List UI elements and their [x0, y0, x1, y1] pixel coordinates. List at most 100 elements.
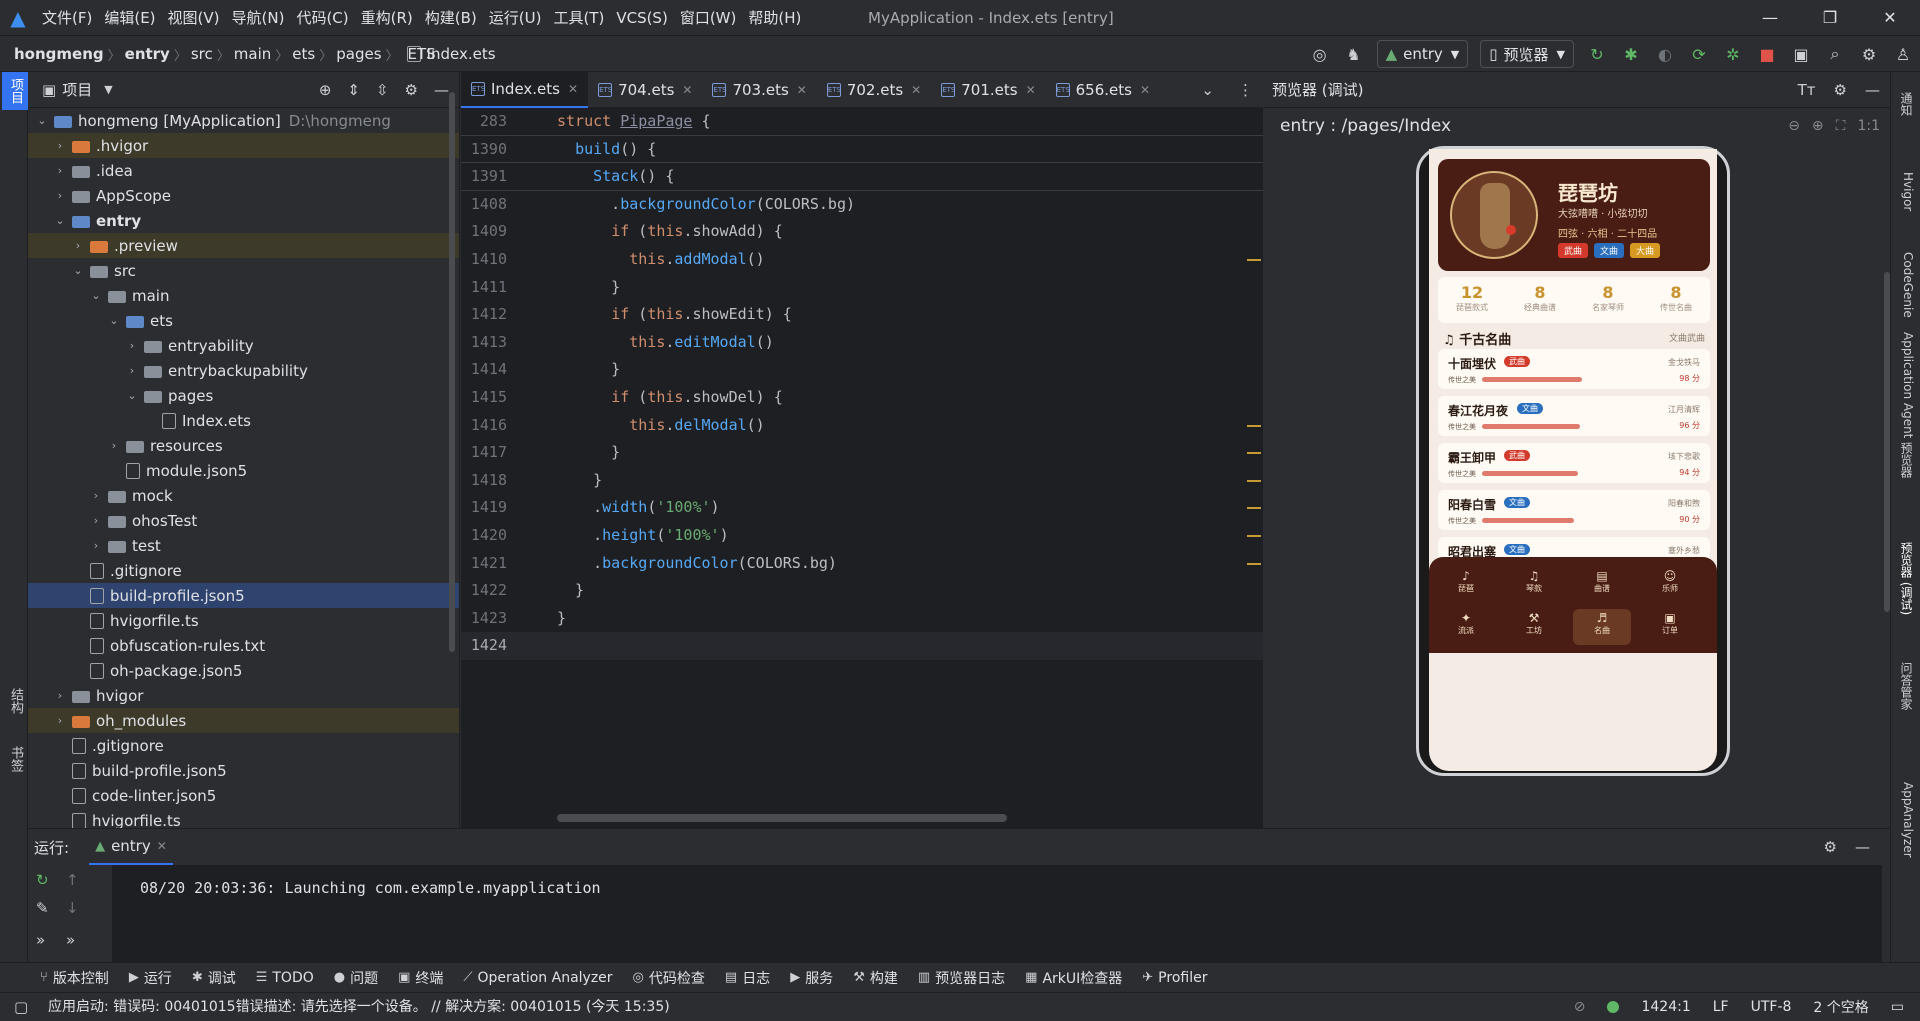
arrow-down-icon[interactable]: ↓ [66, 899, 79, 917]
maximize-button[interactable]: ❐ [1800, 0, 1860, 36]
tool-tab-bookmarks[interactable]: 书签 [6, 740, 25, 778]
section-more-link[interactable]: 文曲武曲 [1669, 331, 1705, 344]
no-device-icon[interactable]: ⊘ [1574, 999, 1586, 1015]
arrow-up-icon[interactable]: ↑ [66, 871, 79, 889]
editor-horizontal-scrollbar[interactable] [557, 814, 1007, 822]
code-line[interactable]: 1415 if (this.showDel) { [461, 384, 1263, 412]
tree-node[interactable]: module.json5 [28, 458, 459, 483]
code-line[interactable]: 1417 } [461, 439, 1263, 467]
bottom-nav-item[interactable]: ▤ 曲谱 [1573, 567, 1631, 603]
tree-node[interactable]: › resources [28, 433, 459, 458]
gear-icon[interactable]: ⚙ [1824, 838, 1837, 856]
run-config-select[interactable]: ▲ entry ▼ [1376, 40, 1469, 68]
song-card[interactable]: 十面埋伏 武曲 金戈铁马 传世之美 98 分 [1438, 349, 1710, 389]
editor-tab[interactable]: ETS 704.ets ✕ [588, 72, 702, 108]
bottom-tool-button[interactable]: ✱ 调试 [182, 963, 246, 993]
warning-stripe[interactable] [1247, 259, 1261, 261]
device-select[interactable]: ▯ 预览器 ▼ [1480, 40, 1574, 68]
file-encoding[interactable]: UTF-8 [1751, 999, 1792, 1015]
tree-node[interactable]: › test [28, 533, 459, 558]
bottom-nav-item[interactable]: ♬ 名曲 [1573, 609, 1631, 645]
device-screen[interactable]: 琵琶坊 大弦嘈嘈 · 小弦切切 四弦 · 六相 · 二十四品 武曲 文曲 大曲 12… [1429, 149, 1717, 771]
close-icon[interactable]: ✕ [1026, 83, 1036, 97]
chevron-down-icon[interactable]: ⌄ [124, 389, 140, 402]
tree-node[interactable]: › .hvigor [28, 133, 459, 158]
fit-icon[interactable]: ⛶ [1836, 118, 1846, 134]
chevron-down-icon[interactable]: ⌄ [88, 289, 104, 302]
chevron-down-icon[interactable]: ⌄ [106, 314, 122, 327]
code-line[interactable]: 1420 .height('100%') [461, 522, 1263, 550]
font-size-icon[interactable]: Tт [1798, 81, 1816, 99]
hide-icon[interactable]: — [1865, 81, 1880, 99]
code-line[interactable]: 1412 if (this.showEdit) { [461, 301, 1263, 329]
code-line[interactable]: 1423} [461, 605, 1263, 633]
breadcrumb-item[interactable]: src [191, 45, 213, 63]
layout-icon[interactable]: ▢ [14, 998, 28, 1016]
chevron-right-icon[interactable]: › [106, 439, 122, 452]
gear-icon[interactable]: ⚙ [1834, 81, 1847, 99]
status-indicator-icon[interactable] [1607, 1001, 1620, 1013]
chevron-right-icon[interactable]: › [52, 714, 68, 727]
zoom-out-icon[interactable]: ⊖ [1788, 118, 1800, 134]
code-line[interactable]: 1413 this.editModal() [461, 329, 1263, 357]
stat-item[interactable]: 8 传世名曲 [1642, 277, 1710, 323]
close-icon[interactable]: ✕ [911, 83, 921, 97]
bottom-tool-button[interactable]: ⟋ Operation Analyzer [453, 963, 622, 993]
code-line[interactable]: 1390 build() { [461, 135, 1263, 164]
bottom-tool-button[interactable]: ✈ Profiler [1132, 963, 1217, 993]
more-options-icon[interactable]: ⋮ [1238, 81, 1253, 99]
chevron-down-icon[interactable]: ▼ [104, 83, 112, 96]
code-line[interactable]: 1422 } [461, 577, 1263, 605]
stat-item[interactable]: 8 名家琴师 [1574, 277, 1642, 323]
tree-node[interactable]: build-profile.json5 [28, 583, 459, 608]
warning-stripe[interactable] [1247, 479, 1261, 482]
bottom-tool-button[interactable]: ⚒ 构建 [843, 963, 908, 993]
menu-item[interactable]: 导航(N) [226, 0, 291, 36]
apply-changes-icon[interactable]: ⟳ [1684, 39, 1714, 69]
bottom-tool-button[interactable]: ▶ 服务 [780, 963, 843, 993]
code-line[interactable]: 1419 .width('100%') [461, 494, 1263, 522]
project-panel-title[interactable]: 项目 [62, 79, 92, 100]
code-line[interactable]: 1411 } [461, 274, 1263, 302]
right-tool-tab[interactable]: AppAnalyzer [1897, 782, 1915, 858]
gear-icon[interactable]: ⚙ [405, 81, 418, 99]
menu-item[interactable]: 文件(F) [36, 0, 98, 36]
chevron-right-icon[interactable]: › [70, 239, 86, 252]
right-tool-tab[interactable]: CodeGenie [1897, 252, 1915, 318]
tree-node[interactable]: .gitignore [28, 733, 459, 758]
hvigor-icon[interactable]: ♞ [1339, 39, 1369, 69]
bottom-tool-button[interactable]: ▤ 日志 [715, 963, 780, 993]
code-line[interactable]: 283 struct PipaPage { [461, 108, 1263, 136]
tree-node[interactable]: › entrybackupability [28, 358, 459, 383]
user-icon[interactable]: ♙ [1888, 39, 1918, 69]
cursor-position[interactable]: 1424:1 [1641, 999, 1690, 1015]
code-line[interactable]: 1408 .backgroundColor(COLORS.bg) [461, 191, 1263, 219]
hide-icon[interactable]: — [434, 81, 449, 99]
breadcrumb-item[interactable]: ets [292, 45, 315, 63]
chevron-right-icon[interactable]: › [52, 189, 68, 202]
line-separator[interactable]: LF [1713, 999, 1729, 1015]
warning-stripe[interactable] [1247, 452, 1261, 455]
chevron-right-icon[interactable]: › [88, 539, 104, 552]
menu-item[interactable]: 构建(B) [419, 0, 483, 36]
rerun-icon[interactable]: ↻ [36, 871, 49, 889]
tree-node[interactable]: ⌄ hongmeng [MyApplication] D:\hongmeng [28, 108, 459, 133]
tree-node[interactable]: › mock [28, 483, 459, 508]
chevron-right-icon[interactable]: › [52, 689, 68, 702]
editor-tab[interactable]: ETS 656.ets ✕ [1046, 72, 1160, 108]
zoom-in-icon[interactable]: ⊕ [1812, 118, 1824, 134]
warning-stripe[interactable] [1247, 424, 1261, 427]
bottom-nav-item[interactable]: ▣ 订单 [1641, 609, 1699, 645]
tree-node[interactable]: ⌄ ets [28, 308, 459, 333]
bottom-tool-button[interactable]: ▶ 运行 [119, 963, 182, 993]
tree-node[interactable]: ⌄ pages [28, 383, 459, 408]
right-tool-tab[interactable]: Hvigor [1897, 172, 1915, 211]
menu-item[interactable]: 工具(T) [547, 0, 610, 36]
minimize-button[interactable]: — [1740, 0, 1800, 36]
editor-tab[interactable]: ETS Index.ets ✕ [461, 71, 589, 108]
tree-node[interactable]: › .preview [28, 233, 459, 258]
tree-node[interactable]: oh-package.json5 [28, 658, 459, 683]
collapse-all-icon[interactable]: ⇳ [376, 81, 389, 99]
tree-node[interactable]: code-linter.json5 [28, 783, 459, 808]
bottom-tool-button[interactable]: ▣ 终端 [388, 963, 453, 993]
